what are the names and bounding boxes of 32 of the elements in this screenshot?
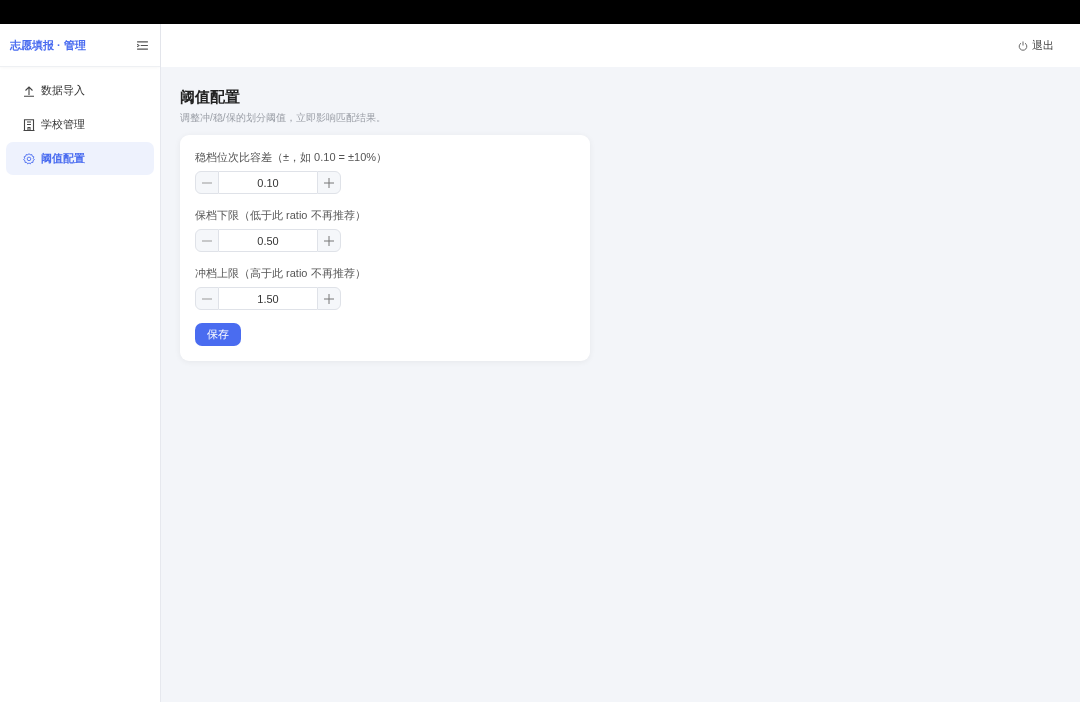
minus-icon xyxy=(202,297,212,300)
power-icon xyxy=(1018,40,1028,51)
sidebar-item[interactable]: 学校管理 xyxy=(6,108,154,141)
app-title: 志愿填报 · 管理 xyxy=(10,37,86,53)
plus-icon xyxy=(324,293,334,304)
gear-icon xyxy=(23,152,35,165)
page-title: 阈值配置 xyxy=(180,88,241,106)
number-input[interactable]: 1.50 xyxy=(219,287,317,310)
decrement-button[interactable] xyxy=(195,171,219,194)
increment-button[interactable] xyxy=(317,171,341,194)
building-icon xyxy=(23,118,35,131)
field-label: 冲档上限（高于此 ratio 不再推荐） xyxy=(195,266,366,280)
upload-icon xyxy=(23,84,35,97)
minus-icon xyxy=(202,181,212,184)
menu-button[interactable] xyxy=(137,40,148,50)
logout-button[interactable]: 退出 xyxy=(1018,36,1054,55)
increment-button[interactable] xyxy=(317,287,341,310)
sidebar-item[interactable]: 数据导入 xyxy=(6,74,154,107)
menu-icon xyxy=(137,40,148,50)
increment-button[interactable] xyxy=(317,229,341,252)
field-label: 保档下限（低于此 ratio 不再推荐） xyxy=(195,208,366,222)
minus-icon xyxy=(202,239,212,242)
plus-icon xyxy=(324,177,334,188)
page-subtitle: 调整冲/稳/保的划分阈值，立即影响匹配结果。 xyxy=(180,111,387,124)
number-input[interactable]: 0.50 xyxy=(219,229,317,252)
field-label: 稳档位次比容差（±，如 0.10 = ±10%） xyxy=(195,150,388,164)
sidebar-item[interactable]: 阈值配置 xyxy=(6,142,154,175)
save-button[interactable]: 保存 xyxy=(195,323,241,346)
decrement-button[interactable] xyxy=(195,287,219,310)
number-input[interactable]: 0.10 xyxy=(219,171,317,194)
plus-icon xyxy=(324,235,334,246)
decrement-button[interactable] xyxy=(195,229,219,252)
